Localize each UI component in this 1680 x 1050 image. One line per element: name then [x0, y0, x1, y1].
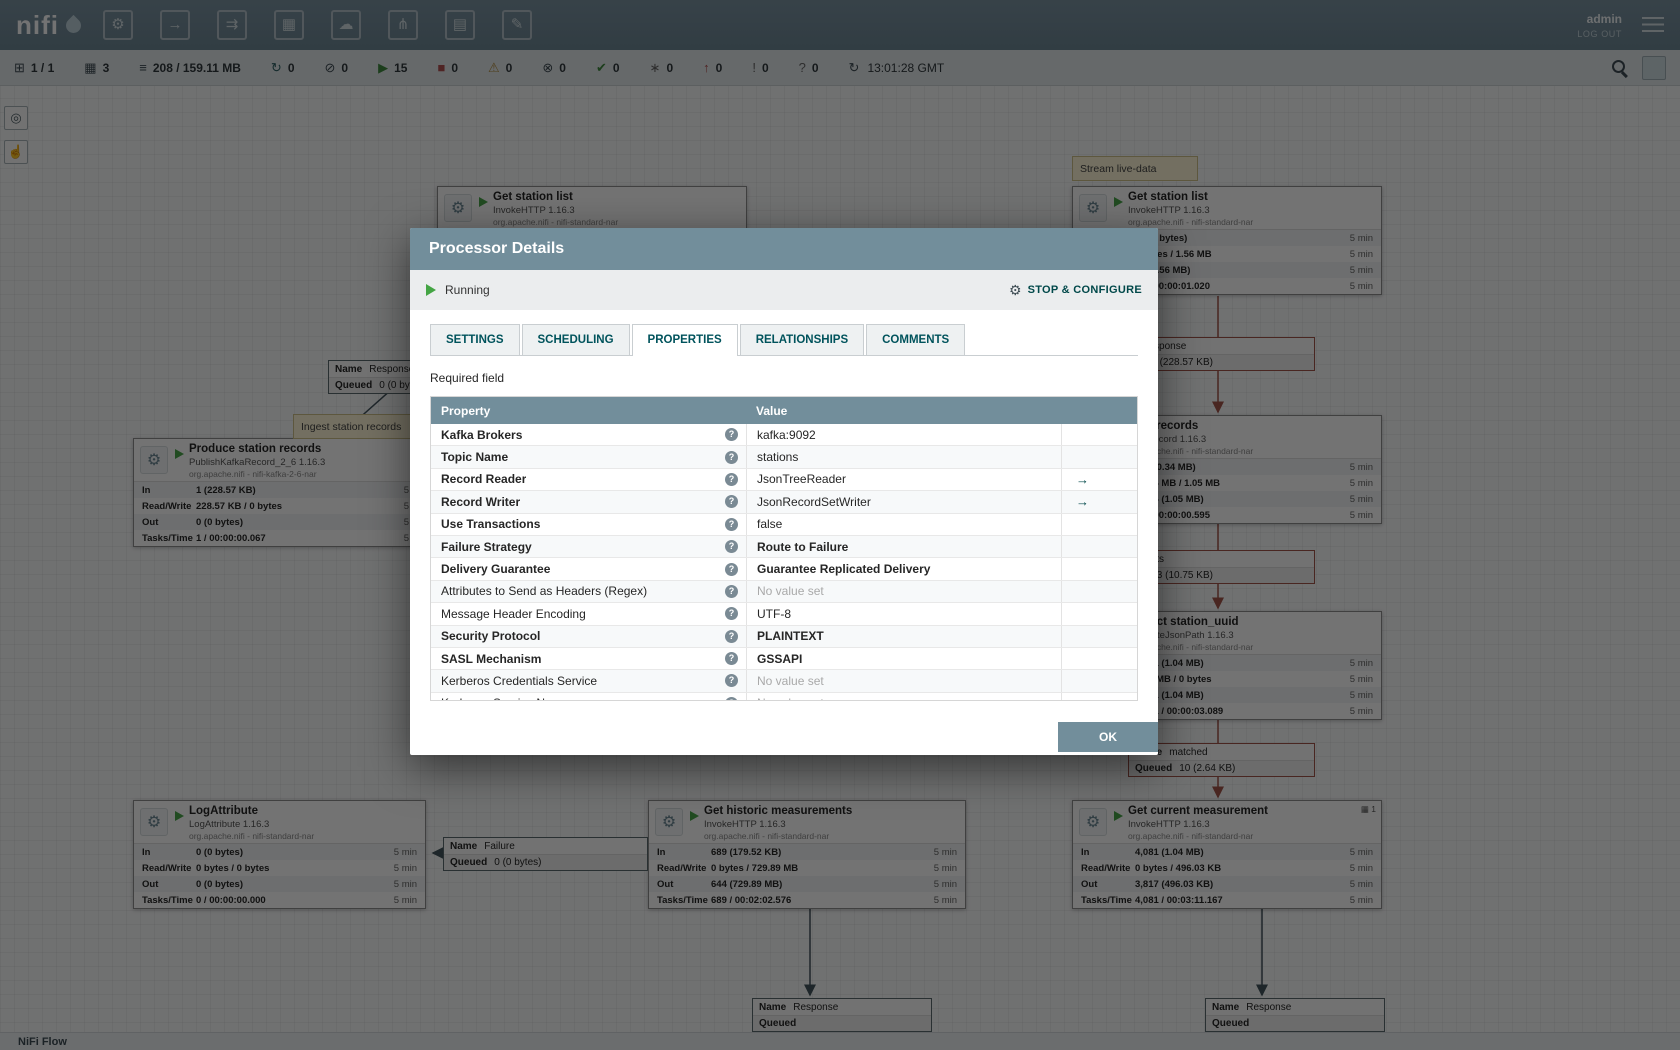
- ok-button[interactable]: OK: [1058, 722, 1158, 752]
- property-value: GSSAPI: [757, 651, 803, 666]
- property-row: Failure Strategy? Route to Failure: [431, 535, 1137, 559]
- property-row: Kerberos Service Name? No value set: [431, 692, 1137, 700]
- property-value: Guarantee Replicated Delivery: [757, 562, 931, 577]
- property-help-icon[interactable]: ?: [725, 629, 738, 643]
- property-name: Attributes to Send as Headers (Regex): [441, 584, 648, 599]
- property-name: Failure Strategy: [441, 539, 532, 554]
- property-value: JsonRecordSetWriter: [757, 494, 871, 509]
- property-name: Kafka Brokers: [441, 427, 523, 442]
- running-status-icon: [426, 284, 436, 296]
- property-name: Topic Name: [441, 450, 509, 465]
- property-help-icon[interactable]: ?: [725, 472, 738, 486]
- property-row: Message Header Encoding? UTF-8: [431, 603, 1137, 626]
- dialog-status-row: Running ⚙ STOP & CONFIGURE: [410, 270, 1158, 310]
- property-help-icon[interactable]: ?: [725, 428, 738, 442]
- properties-table: Property Value Kafka Brokers? kafka:9092 T…: [430, 396, 1138, 701]
- tab-relationships[interactable]: RELATIONSHIPS: [739, 324, 865, 355]
- property-row: SASL Mechanism? GSSAPI: [431, 647, 1137, 671]
- property-help-icon[interactable]: ?: [725, 652, 738, 666]
- required-field-note: Required field: [430, 371, 505, 385]
- property-value: kafka:9092: [757, 427, 816, 442]
- property-value: No value set: [757, 673, 824, 688]
- property-value: JsonTreeReader: [757, 472, 846, 487]
- property-row: Record Writer? JsonRecordSetWriter →: [431, 491, 1137, 514]
- property-help-icon[interactable]: ?: [725, 495, 738, 509]
- running-status-label: Running: [445, 283, 490, 297]
- stop-and-configure-button[interactable]: ⚙ STOP & CONFIGURE: [1009, 283, 1142, 297]
- property-value: stations: [757, 450, 799, 465]
- property-help-icon[interactable]: ?: [725, 607, 738, 621]
- properties-table-header: Property Value: [431, 397, 1137, 424]
- properties-table-body[interactable]: Kafka Brokers? kafka:9092 Topic Name? stati…: [431, 424, 1137, 700]
- property-name: SASL Mechanism: [441, 651, 542, 666]
- property-help-icon[interactable]: ?: [725, 696, 738, 700]
- property-value: No value set: [757, 696, 824, 700]
- property-help-icon[interactable]: ?: [725, 674, 738, 688]
- property-name: Message Header Encoding: [441, 606, 586, 621]
- property-value: UTF-8: [757, 606, 791, 621]
- dialog-header: Processor Details: [410, 228, 1158, 270]
- processor-details-dialog: Processor Details Running ⚙ STOP & CONFI…: [410, 228, 1158, 755]
- tab-settings[interactable]: SETTINGS: [430, 324, 520, 355]
- property-help-icon[interactable]: ?: [725, 562, 738, 576]
- property-value: No value set: [757, 584, 824, 599]
- goto-service-icon[interactable]: →: [1076, 494, 1089, 509]
- tab-comments[interactable]: COMMENTS: [866, 324, 966, 355]
- tab-scheduling[interactable]: SCHEDULING: [521, 324, 630, 355]
- property-help-icon[interactable]: ?: [725, 450, 738, 464]
- property-row: Security Protocol? PLAINTEXT: [431, 625, 1137, 648]
- property-help-icon[interactable]: ?: [725, 584, 738, 598]
- tab-properties[interactable]: PROPERTIES: [631, 324, 738, 356]
- stop-configure-icon: ⚙: [1009, 282, 1022, 298]
- property-name: Delivery Guarantee: [441, 562, 551, 577]
- property-value: Route to Failure: [757, 539, 849, 554]
- property-help-icon[interactable]: ?: [725, 517, 738, 531]
- property-name: Record Reader: [441, 472, 527, 487]
- goto-service-icon[interactable]: →: [1076, 472, 1089, 487]
- property-column-header: Property: [441, 403, 491, 418]
- modal-tabs: SETTINGS SCHEDULING PROPERTIES RELATIONSHIP…: [430, 324, 1138, 356]
- property-row: Record Reader? JsonTreeReader →: [431, 468, 1137, 492]
- property-name: Record Writer: [441, 494, 521, 509]
- property-row: Topic Name? stations: [431, 446, 1137, 469]
- value-column-header: Value: [756, 403, 788, 418]
- property-value: PLAINTEXT: [757, 629, 824, 644]
- property-name: Security Protocol: [441, 629, 541, 644]
- property-value: false: [757, 517, 783, 532]
- property-row: Use Transactions? false: [431, 513, 1137, 536]
- dialog-title: Processor Details: [429, 240, 565, 257]
- property-name: Use Transactions: [441, 517, 541, 532]
- property-row: Attributes to Send as Headers (Regex)? No…: [431, 580, 1137, 604]
- property-name: Kerberos Service Name: [441, 696, 568, 700]
- property-row: Delivery Guarantee? Guarantee Replicated …: [431, 558, 1137, 581]
- property-name: Kerberos Credentials Service: [441, 673, 598, 688]
- property-row: Kafka Brokers? kafka:9092: [431, 424, 1137, 447]
- property-row: Kerberos Credentials Service? No value se…: [431, 670, 1137, 693]
- property-help-icon[interactable]: ?: [725, 540, 738, 554]
